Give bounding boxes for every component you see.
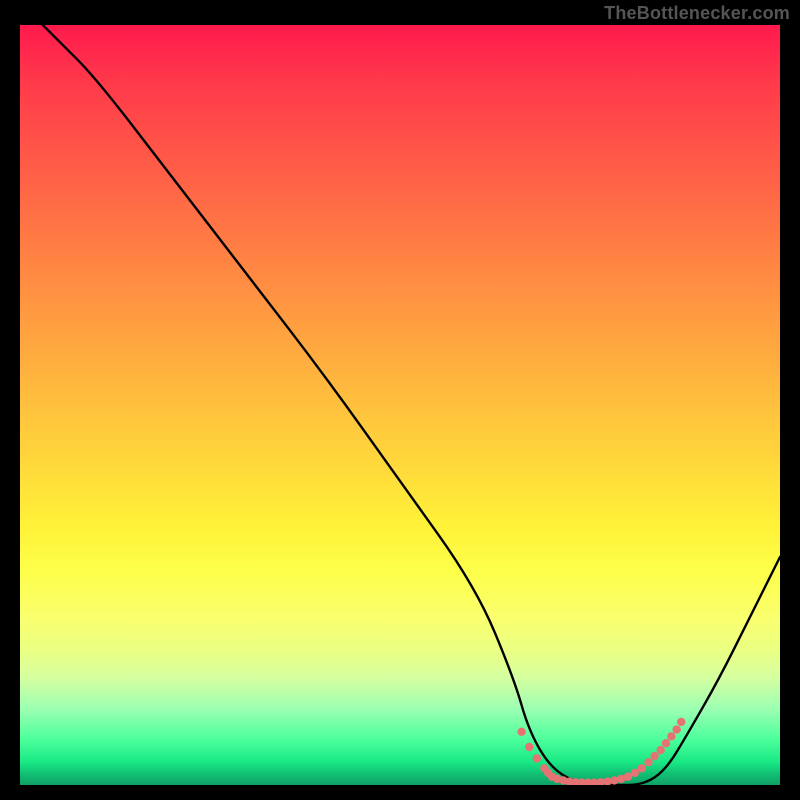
watermark-text: TheBottlenecker.com	[604, 3, 790, 24]
chart-gradient-background	[20, 25, 780, 785]
chart-frame	[20, 25, 780, 785]
